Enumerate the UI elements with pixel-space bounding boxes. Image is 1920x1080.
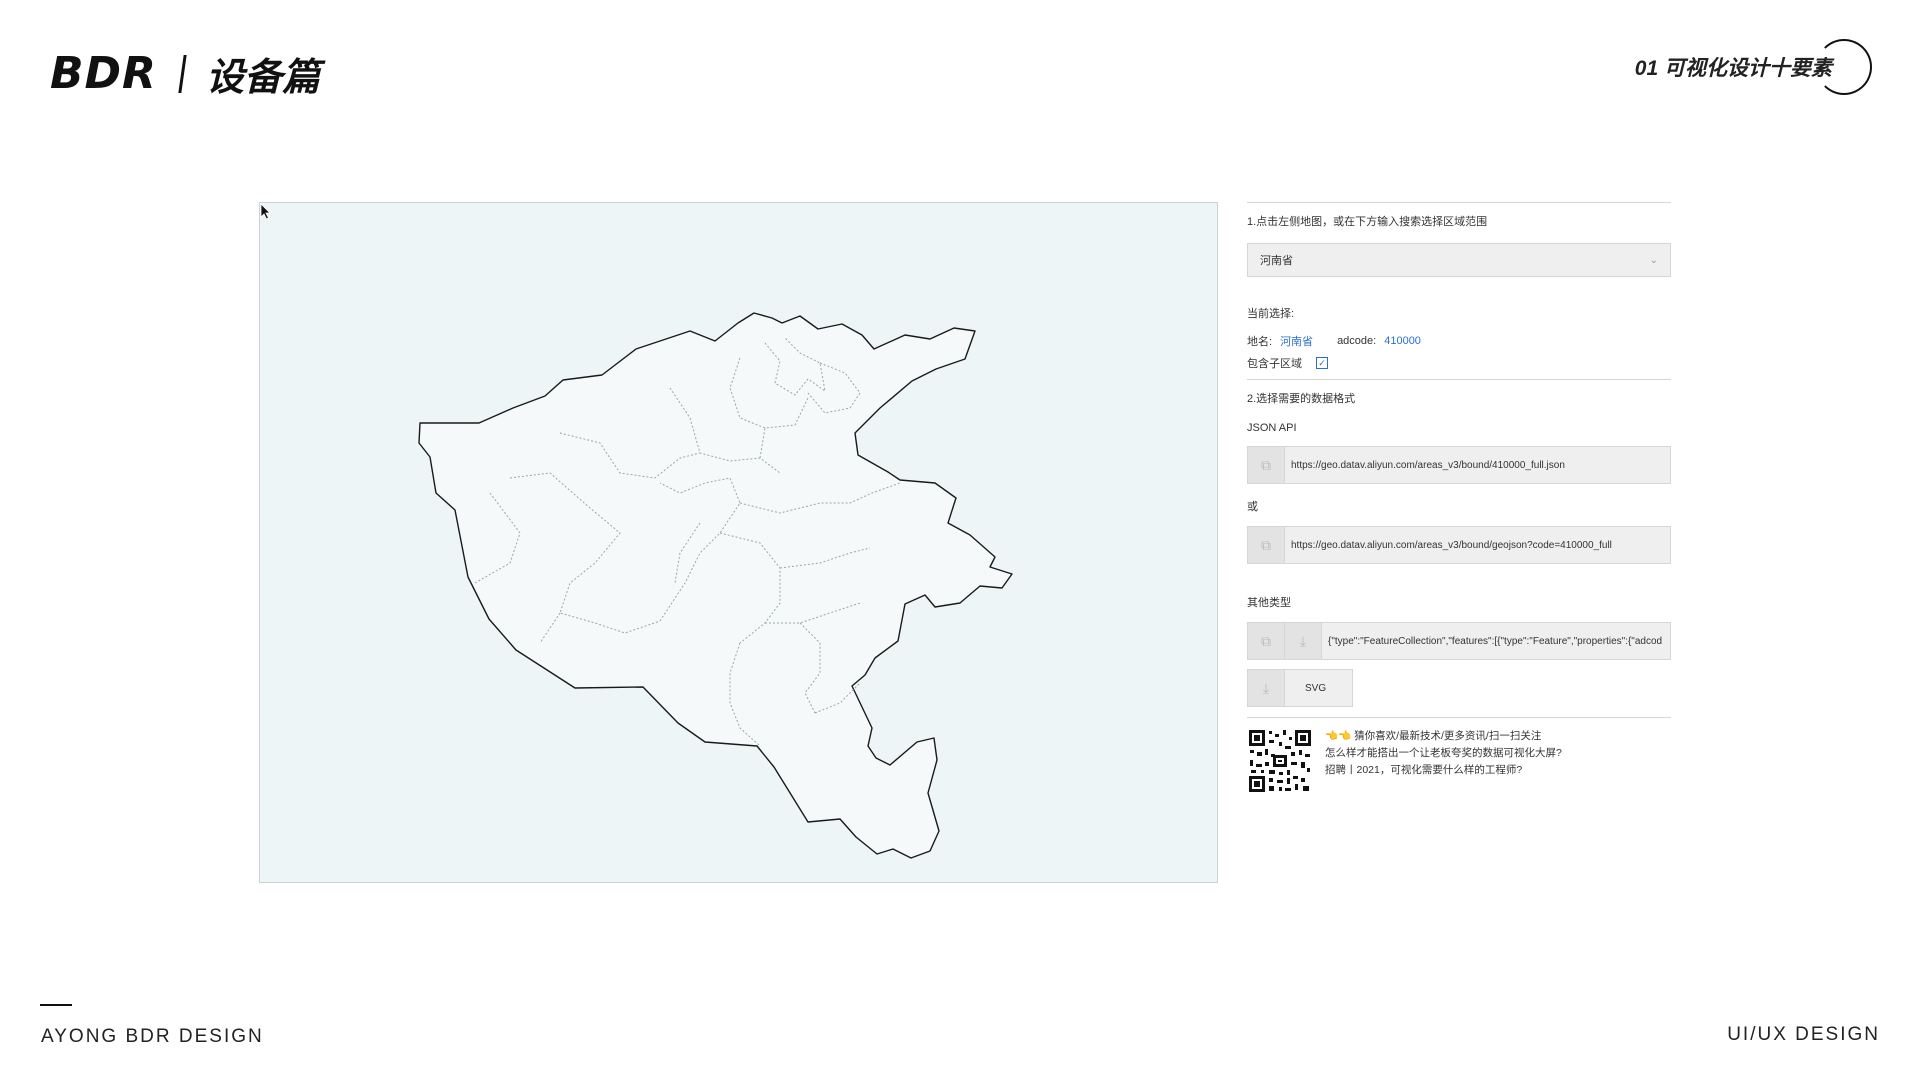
promo-section: 👈👈 猜你喜欢/最新技术/更多资讯/扫一扫关注 怎么样才能搭出一个让老板夸奖的数… <box>1247 728 1671 794</box>
current-selection-label: 当前选择: <box>1247 308 1295 320</box>
brand-logo: BDR <box>50 48 157 99</box>
promo-follow-text: 👈👈 猜你喜欢/最新技术/更多资讯/扫一扫关注 <box>1325 730 1542 742</box>
url-field-geojson[interactable]: ⧉ https://geo.datav.aliyun.com/areas_v3/… <box>1247 526 1671 564</box>
data-selector-panel: 1.点击左侧地图，或在下方输入搜索选择区域范围 河南省 ⌄ 当前选择: 地名: … <box>1247 202 1671 794</box>
province-outline[interactable] <box>418 312 1013 859</box>
chapter-heading: 01 可视化设计十要素 <box>1634 39 1872 95</box>
promo-link[interactable]: 招聘丨2021，可视化需要什么样的工程师? <box>1325 762 1562 779</box>
province-map[interactable] <box>260 203 1218 883</box>
footer-accent-line <box>40 1004 72 1006</box>
map-panel[interactable] <box>259 202 1218 883</box>
include-subregion-label: 包含子区域 <box>1247 358 1302 370</box>
region-select[interactable]: 河南省 ⌄ <box>1247 243 1671 277</box>
copy-icon[interactable]: ⧉ <box>1248 527 1285 563</box>
name-label: 地名: <box>1247 336 1273 348</box>
brand-divider <box>178 54 187 93</box>
chevron-down-icon: ⌄ <box>1649 254 1658 266</box>
include-subregion-row[interactable]: 包含子区域 ✓ <box>1247 355 1671 371</box>
geojson-preview-text[interactable]: {"type":"FeatureCollection","features":[… <box>1322 636 1662 647</box>
svg-label: SVG <box>1305 682 1327 694</box>
footer-brand: AYONG BDR DESIGN <box>41 1026 264 1047</box>
other-types-label: 其他类型 <box>1247 597 1291 609</box>
divider <box>1247 202 1671 203</box>
divider <box>1247 717 1671 718</box>
or-label: 或 <box>1247 501 1258 513</box>
step1-instruction: 1.点击左侧地图，或在下方输入搜索选择区域范围 <box>1247 216 1488 228</box>
qr-code-image <box>1247 728 1313 794</box>
include-subregion-checkbox[interactable]: ✓ <box>1316 357 1328 369</box>
json-api-label: JSON API <box>1247 422 1297 434</box>
name-value[interactable]: 河南省 <box>1280 333 1313 349</box>
region-select-value: 河南省 <box>1260 255 1293 267</box>
download-icon[interactable]: ⤓ <box>1248 670 1285 706</box>
brand: BDR 设备篇 <box>50 46 320 101</box>
url-field-full[interactable]: ⧉ https://geo.datav.aliyun.com/areas_v3/… <box>1247 446 1671 484</box>
mouse-cursor-icon <box>260 203 271 220</box>
download-icon[interactable]: ⤓ <box>1285 623 1322 659</box>
promo-links: 👈👈 猜你喜欢/最新技术/更多资讯/扫一扫关注 怎么样才能搭出一个让老板夸奖的数… <box>1325 728 1562 794</box>
copy-icon[interactable]: ⧉ <box>1248 447 1285 483</box>
divider <box>1247 379 1671 380</box>
promo-link[interactable]: 怎么样才能搭出一个让老板夸奖的数据可视化大屏? <box>1325 745 1562 762</box>
selection-details: 地名: 河南省 adcode: 410000 <box>1247 333 1671 349</box>
url-full-text[interactable]: https://geo.datav.aliyun.com/areas_v3/bo… <box>1285 460 1565 471</box>
footer-tagline: UI/UX DESIGN <box>1727 1024 1880 1045</box>
copy-icon[interactable]: ⧉ <box>1248 623 1285 659</box>
chapter-ring-decoration <box>1816 39 1872 95</box>
chapter-title: 01 可视化设计十要素 <box>1634 57 1832 80</box>
url-geojson-text[interactable]: https://geo.datav.aliyun.com/areas_v3/bo… <box>1285 540 1612 551</box>
adcode-label: adcode: <box>1337 335 1377 347</box>
adcode-value[interactable]: 410000 <box>1384 335 1421 347</box>
step2-instruction: 2.选择需要的数据格式 <box>1247 393 1356 405</box>
geojson-preview-field[interactable]: ⧉ ⤓ {"type":"FeatureCollection","feature… <box>1247 622 1671 660</box>
brand-subtitle: 设备篇 <box>205 57 320 99</box>
svg-download-button[interactable]: ⤓ SVG <box>1247 669 1353 707</box>
